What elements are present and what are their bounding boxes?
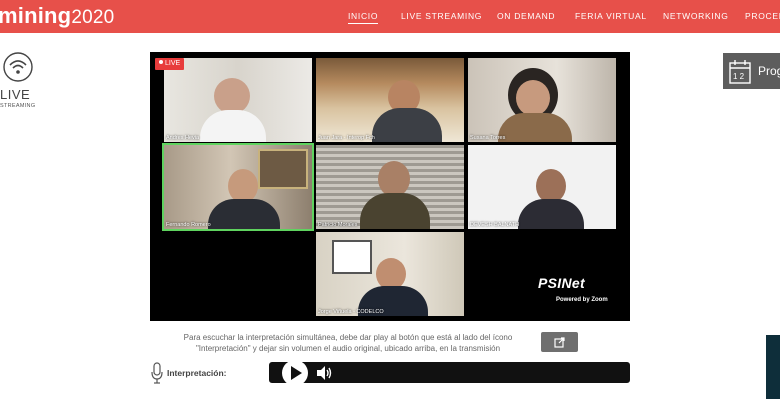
streaming-label: STREAMING xyxy=(0,103,36,109)
participant-name: Fernando Romero xyxy=(166,222,211,228)
interpretation-instructions: Para escuchar la interpretación simultán… xyxy=(183,333,513,353)
interpretation-label: Interpretación: xyxy=(167,368,227,378)
nav-inicio[interactable]: INICIO xyxy=(348,11,379,24)
programa-label: Prog xyxy=(758,64,780,78)
calendar-icon: 1 2 xyxy=(729,60,751,84)
powered-by-label: Powered by Zoom xyxy=(556,297,608,303)
participant-name: Juan Jara - Interop Fch xyxy=(318,135,375,141)
participant-tile: Juan Jara - Interop Fch xyxy=(316,58,464,142)
participant-tile: Patricio Morales xyxy=(316,145,464,229)
participant-name: Jorge Viñuela - CODELCO xyxy=(318,309,384,315)
participant-tile: Andres Hevia xyxy=(164,58,312,142)
participant-tile-active-speaker: Fernando Romero xyxy=(162,143,314,231)
nav-procedimientos[interactable]: PROCED xyxy=(745,11,780,21)
participant-name: Susana Torres xyxy=(470,135,506,141)
nav-networking[interactable]: NETWORKING xyxy=(663,11,729,21)
svg-text:1 2: 1 2 xyxy=(733,72,745,81)
nav-on-demand[interactable]: ON DEMAND xyxy=(497,11,555,21)
participant-name: Patricio Morales xyxy=(318,222,358,228)
live-label: LIVE xyxy=(0,87,31,102)
participant-name: Andres Hevia xyxy=(166,135,200,141)
nav-live-streaming[interactable]: LIVE STREAMING xyxy=(401,11,482,21)
microphone-icon xyxy=(151,362,163,384)
participant-tile: Jorge Viñuela - CODELCO xyxy=(316,232,464,316)
play-icon xyxy=(291,366,302,380)
psinet-watermark: PSINet xyxy=(538,275,585,291)
wifi-icon xyxy=(3,52,33,82)
participant-tile: Susana Torres xyxy=(468,58,616,142)
volume-icon[interactable] xyxy=(316,365,332,381)
programa-button[interactable]: 1 2 Prog xyxy=(723,53,780,89)
nav-feria-virtual[interactable]: FERIA VIRTUAL xyxy=(575,11,647,21)
top-navigation-bar: mining2020 INICIO LIVE STREAMING ON DEMA… xyxy=(0,0,780,33)
participant-tile: DEVESH BALNATH xyxy=(468,145,616,229)
external-link-icon xyxy=(554,337,565,348)
live-badge: LIVE xyxy=(155,58,185,70)
participant-name: DEVESH BALNATH xyxy=(470,222,520,228)
open-external-button[interactable] xyxy=(541,332,578,352)
live-dot-icon xyxy=(159,60,163,64)
side-panel-edge[interactable] xyxy=(766,335,780,399)
site-logo[interactable]: mining2020 xyxy=(0,3,114,29)
play-button[interactable] xyxy=(282,360,308,386)
